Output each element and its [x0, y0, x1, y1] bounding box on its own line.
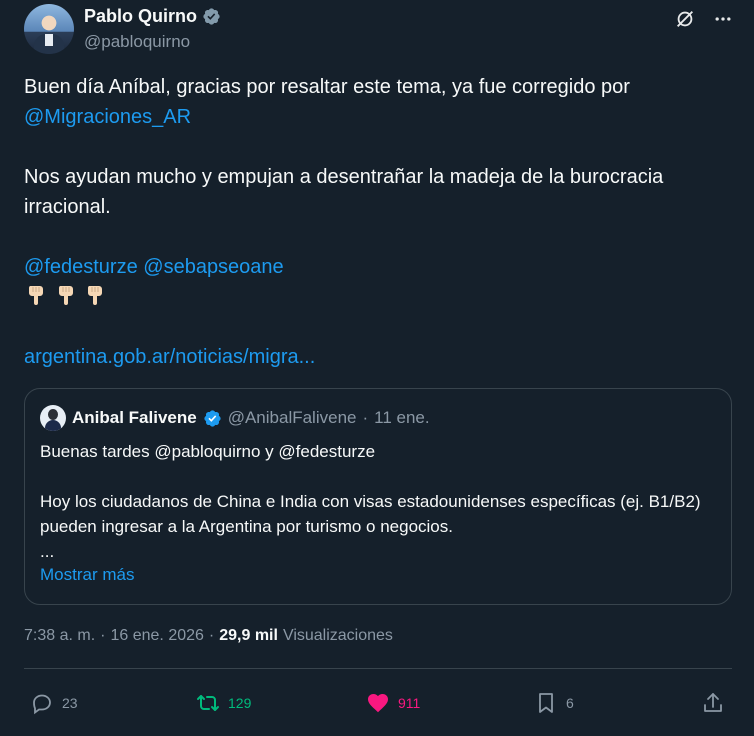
reply-count: 23: [62, 695, 78, 711]
repost-count: 129: [228, 695, 252, 711]
author-handle[interactable]: @pabloquirno: [84, 32, 190, 52]
author-avatar[interactable]: [24, 4, 74, 54]
quoted-display-name[interactable]: Anibal Falivene: [72, 408, 197, 428]
meta-separator: ·: [208, 627, 215, 644]
mention-seba-link[interactable]: @sebapseoane: [143, 256, 283, 278]
like-count: 911: [398, 695, 421, 711]
share-button[interactable]: [701, 688, 725, 718]
tweet-line-1: Buen día Aníbal, gracias por resaltar es…: [24, 76, 630, 98]
avatar-collar: [45, 34, 53, 46]
quoted-line-1: Buenas tardes @pabloquirno y @fedesturze: [40, 442, 376, 461]
quoted-avatar[interactable]: [40, 405, 66, 431]
verified-badge-icon: [203, 8, 220, 25]
action-bar: 23 129 911 6: [24, 688, 732, 718]
repost-button[interactable]: 129: [196, 688, 251, 718]
mention-fede-link[interactable]: @fedesturze: [24, 256, 138, 278]
reply-button[interactable]: 23: [30, 688, 78, 718]
repost-icon: [197, 695, 219, 711]
bookmark-icon: [539, 693, 553, 713]
show-more-link[interactable]: Mostrar más: [40, 565, 134, 585]
views-label: Visualizaciones: [282, 627, 393, 644]
tweet-text: Buen día Aníbal, gracias por resaltar es…: [24, 72, 724, 372]
quoted-ellipsis: ...: [40, 542, 55, 561]
tweet-meta: 7:38 a. m. · 16 ene. 2026 · 29,9 mil Vis…: [24, 627, 393, 645]
heart-icon: [368, 694, 388, 713]
quoted-separator: ·: [362, 408, 369, 427]
quoted-text: Buenas tardes @pabloquirno y @fedesturze…: [40, 439, 720, 564]
quoted-handle[interactable]: @AnibalFalivene: [228, 408, 357, 428]
pointing-down-icon: [58, 286, 73, 305]
bookmark-count: 6: [566, 695, 574, 711]
quoted-header: Anibal Falivene @AnibalFalivene · 11 ene…: [40, 405, 430, 431]
pointing-down-icon: [88, 286, 103, 305]
author-display-name[interactable]: Pablo Quirno: [84, 6, 197, 27]
tweet-date[interactable]: 16 ene. 2026: [110, 627, 203, 645]
like-button[interactable]: 911: [366, 688, 420, 718]
grok-icon[interactable]: [674, 8, 696, 30]
quoted-tweet[interactable]: Anibal Falivene @AnibalFalivene · 11 ene…: [24, 388, 732, 605]
author-name-row: Pablo Quirno: [84, 6, 221, 27]
share-icon: [704, 693, 722, 712]
quoted-date[interactable]: 11 ene.: [374, 408, 429, 428]
views-count: 29,9 mil: [219, 627, 278, 644]
mention-migraciones-link[interactable]: @Migraciones_AR: [24, 102, 724, 132]
reply-icon: [33, 694, 51, 715]
article-link[interactable]: argentina.gob.ar/noticias/migra...: [24, 342, 724, 372]
divider: [24, 668, 732, 669]
pointing-down-emojis: [24, 282, 724, 312]
bookmark-button[interactable]: 6: [534, 688, 574, 718]
top-actions: [674, 8, 734, 30]
more-options-icon[interactable]: [712, 8, 734, 30]
tweet-line-2: Nos ayudan mucho y empujan a desentrañar…: [24, 166, 664, 218]
tweet-time[interactable]: 7:38 a. m.: [24, 627, 95, 645]
meta-separator: ·: [100, 627, 106, 644]
quoted-line-2: Hoy los ciudadanos de China e India con …: [40, 492, 701, 536]
pointing-down-icon: [28, 286, 43, 305]
verified-blue-icon: [204, 409, 221, 427]
